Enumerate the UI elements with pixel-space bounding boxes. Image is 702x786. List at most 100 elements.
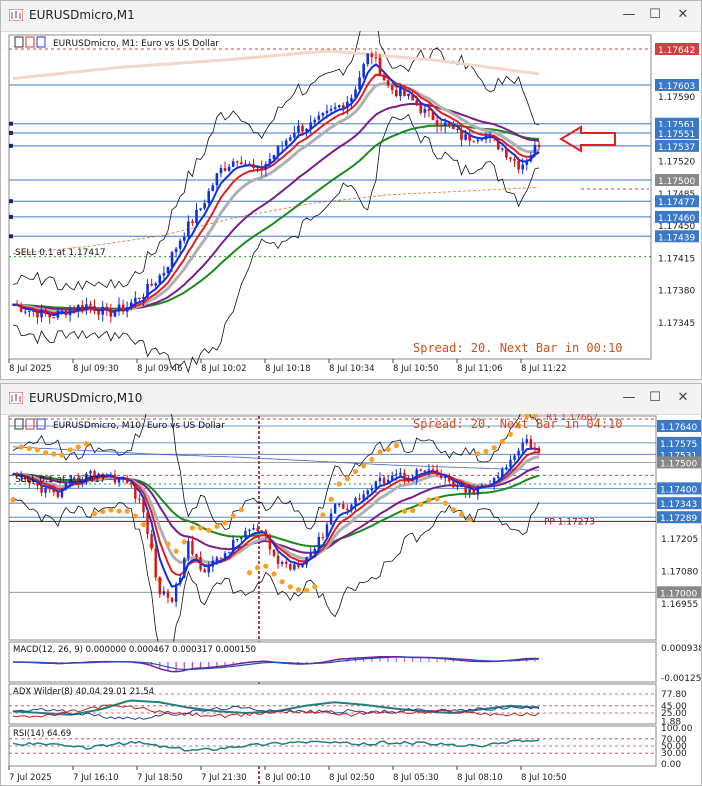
close-button[interactable]: ✕ — [675, 7, 691, 23]
candle-body — [93, 305, 96, 312]
candle-body — [211, 560, 214, 567]
minimize-button[interactable]: — — [621, 7, 637, 23]
candle-body — [480, 485, 484, 487]
candle-body — [488, 484, 492, 486]
candle-body — [419, 105, 423, 113]
candle-body — [378, 57, 382, 77]
sar-dot — [385, 446, 391, 453]
window-titlebar[interactable]: EURUSDmicro,M1 — ☐ ✕ — [1, 1, 701, 32]
chart-window-m1[interactable]: EURUSDmicro,M1 — ☐ ✕ EURUSDmicro, M1: Eu… — [0, 0, 702, 380]
rsi-tick-label: 100.00 — [661, 724, 693, 734]
candle-body — [191, 221, 194, 224]
candle-body — [174, 584, 178, 602]
candle-body — [533, 447, 537, 449]
sar-dot — [499, 439, 505, 445]
candle-body — [101, 306, 105, 315]
sar-dot — [18, 444, 24, 450]
candle-body — [390, 85, 394, 91]
candle-body — [484, 485, 488, 487]
candle-body — [382, 477, 386, 484]
time-tick-label: 7 Jul 18:50 — [137, 773, 183, 783]
candle-body — [170, 597, 174, 602]
candle-body — [142, 297, 145, 299]
candle-body — [170, 252, 174, 267]
candle-body — [178, 577, 182, 585]
maximize-button[interactable]: ☐ — [647, 7, 663, 23]
minimize-button[interactable]: — — [621, 390, 637, 406]
sar-dot — [507, 431, 514, 437]
time-tick-label: 8 Jul 11:06 — [457, 364, 503, 374]
price-tag: 1.17500 — [658, 177, 695, 187]
chart-window-m10[interactable]: EURUSDmicro,M10 — ☐ ✕ EURUSDmicro, M10: … — [0, 383, 702, 786]
sar-dot — [344, 476, 350, 482]
candle-body — [203, 203, 206, 209]
sar-dot — [458, 511, 465, 517]
maximize-button[interactable]: ☐ — [647, 390, 663, 406]
window-title: EURUSDmicro,M1 — [29, 8, 135, 22]
candle-body — [423, 109, 427, 113]
candle-body — [187, 540, 190, 559]
candle-body — [537, 448, 541, 453]
candle-body — [44, 488, 47, 493]
candle-body — [56, 310, 60, 318]
candle-body — [431, 110, 435, 121]
window-titlebar[interactable]: EURUSDmicro,M10 — ☐ ✕ — [1, 384, 701, 415]
sar-dot — [181, 539, 187, 545]
candle-body — [134, 483, 137, 499]
candle-body — [154, 548, 157, 578]
candle-body — [366, 490, 369, 495]
candle-body — [248, 163, 251, 165]
candle-body — [28, 310, 31, 312]
time-tick-label: 8 Jul 08:10 — [457, 773, 503, 783]
price-chart-m10[interactable]: EURUSDmicro, M10: Euro vs US Dollar SELL … — [1, 414, 701, 785]
candle-body — [48, 488, 51, 490]
candle-body — [183, 558, 186, 578]
adx-label: ADX Wilder(8) 40.04 29.01 21.54 — [13, 687, 154, 697]
candle-body — [374, 57, 378, 59]
candle-body — [48, 314, 51, 318]
candle-body — [264, 164, 268, 170]
candle-body — [509, 157, 512, 160]
candle-body — [317, 115, 321, 120]
candle-body — [501, 148, 504, 150]
candle-body — [354, 498, 357, 505]
candle-body — [11, 473, 15, 475]
candle-body — [301, 125, 304, 132]
price-tag: 1.17343 — [660, 500, 697, 510]
sar-dot — [336, 481, 342, 487]
candle-body — [321, 536, 325, 538]
candle-body — [305, 557, 308, 565]
sar-dot — [189, 525, 196, 531]
candle-body — [488, 135, 492, 137]
candle-body — [321, 113, 325, 116]
candle-body — [468, 134, 471, 141]
candle-body — [23, 311, 27, 313]
sar-dot — [34, 447, 41, 453]
price-tick-label: 1.17345 — [658, 319, 695, 329]
candle-body — [260, 167, 264, 170]
price-chart-m1[interactable]: EURUSDmicro, M1: Euro vs US Dollar SELL 0… — [1, 31, 701, 379]
candle-body — [81, 305, 84, 310]
candle-body — [158, 275, 162, 284]
candle-body — [288, 137, 292, 141]
candle-body — [517, 160, 520, 170]
sar-dot — [255, 565, 261, 571]
candle-body — [533, 144, 537, 156]
rsi-label: RSI(14) 64.69 — [13, 729, 71, 739]
price-tag: 1.17640 — [660, 423, 697, 433]
candle-body — [117, 304, 121, 312]
candle-body — [521, 442, 524, 451]
candle-body — [378, 477, 382, 482]
candle-body — [85, 304, 88, 310]
candle-body — [121, 304, 125, 312]
close-button[interactable]: ✕ — [675, 390, 691, 406]
candle-body — [207, 191, 211, 204]
sar-dot — [26, 445, 32, 452]
time-tick-label: 7 Jul 2025 — [9, 773, 52, 783]
candle-body — [203, 569, 206, 573]
candle-body — [240, 537, 243, 539]
time-tick-label: 8 Jul 00:10 — [265, 773, 311, 783]
sar-dot — [287, 584, 293, 590]
candle-body — [76, 305, 80, 311]
candle-body — [146, 283, 149, 298]
